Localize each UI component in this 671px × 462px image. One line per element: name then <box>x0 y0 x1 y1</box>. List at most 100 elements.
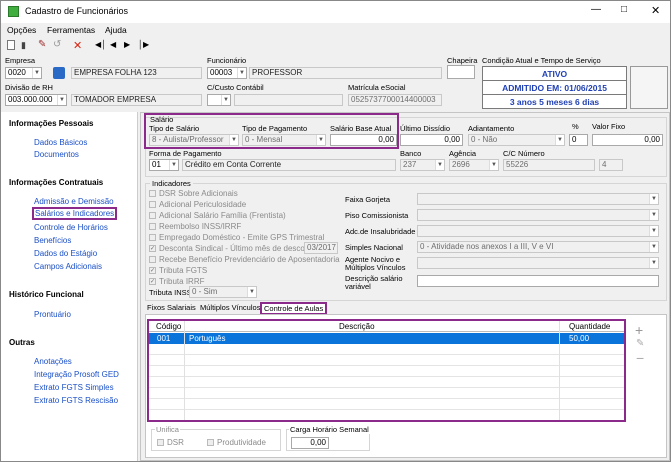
col-codigo-header: Código <box>156 322 182 331</box>
funcionario-code-select[interactable]: 00003 ▼ <box>207 67 247 79</box>
salario-variavel-label: Descrição salário variável <box>345 274 403 291</box>
check-unifica-produtividade[interactable]: Produtividade <box>207 438 266 447</box>
nav-beneficios[interactable]: Benefícios <box>34 236 71 245</box>
next-record-icon[interactable]: ▶ <box>124 40 130 49</box>
piso-comissionista-label: Piso Comissionista <box>345 211 409 220</box>
banco-label: Banco <box>400 149 422 158</box>
chevron-down-icon: ▼ <box>649 210 658 220</box>
simples-nacional-select[interactable]: 0 - Atividade nos anexos I a III, V e VI… <box>417 241 659 253</box>
check-unifica-dsr[interactable]: DSR <box>157 438 184 447</box>
main-window: Cadastro de Funcionários — □ ✕ Opções Fe… <box>0 0 671 462</box>
edit-row-icon[interactable]: ✎ <box>636 338 644 349</box>
faixa-gorjeta-select[interactable]: ▼ <box>417 193 659 205</box>
nav-prontuario[interactable]: Prontuário <box>34 310 71 319</box>
previous-record-icon[interactable]: ◀ <box>110 40 116 49</box>
faixa-gorjeta-label: Faixa Gorjeta <box>345 195 391 204</box>
percentual-input[interactable]: 0 <box>569 134 588 146</box>
tipo-pagamento-select[interactable]: 0 - Mensal ▼ <box>242 134 326 146</box>
section-historico-funcional: Histórico Funcional <box>9 290 84 299</box>
table-row[interactable]: 001 Português 50,00 <box>149 333 624 344</box>
agente-nocivo-select[interactable]: ▼ <box>417 257 659 269</box>
menu-bar: Opções Ferramentas Ajuda <box>1 23 670 37</box>
valor-fixo-input[interactable]: 0,00 <box>592 134 663 146</box>
empresa-lookup-icon[interactable] <box>53 67 65 79</box>
nav-anotacoes[interactable]: Anotações <box>34 357 72 366</box>
nav-dados-basicos[interactable]: Dados Básicos <box>34 138 87 147</box>
menu-ferramentas[interactable]: Ferramentas <box>47 25 95 35</box>
empresa-code-select[interactable]: 0020 ▼ <box>5 67 42 79</box>
divisao-label: Divisão de RH <box>5 83 53 92</box>
check-beneficio-aposentadoria[interactable]: Recebe Benefício Previdenciário de Apose… <box>149 255 340 264</box>
empresa-name-field: EMPRESA FOLHA 123 <box>71 67 202 79</box>
window-title: Cadastro de Funcionários <box>25 6 129 16</box>
photo-box[interactable] <box>630 66 668 109</box>
agencia-select[interactable]: 2696 ▼ <box>449 159 499 171</box>
remove-icon[interactable]: − <box>636 350 644 366</box>
salario-base-input[interactable]: 0,00 <box>330 134 397 146</box>
ccusto-select[interactable]: ▼ <box>207 94 231 106</box>
tab-fixos-salariais[interactable]: Fixos Salariais <box>147 303 196 312</box>
tipo-salario-select[interactable]: 8 - Aulista/Professor ▼ <box>149 134 239 146</box>
new-icon[interactable] <box>7 40 15 50</box>
chevron-down-icon: ▼ <box>32 68 41 78</box>
agencia-label: Agência <box>449 149 477 158</box>
add-icon[interactable]: + <box>635 322 643 338</box>
piso-comissionista-select[interactable]: ▼ <box>417 209 659 221</box>
col-descricao-header: Descrição <box>339 322 375 331</box>
nav-documentos[interactable]: Documentos <box>34 150 79 159</box>
check-empregado-domestico[interactable]: Empregado Doméstico - Emite GPS Trimestr… <box>149 233 324 242</box>
chevron-down-icon: ▼ <box>57 95 66 105</box>
conta-dv-input[interactable]: 4 <box>599 159 623 171</box>
nav-extrato-fgts-rescisao[interactable]: Extrato FGTS Rescisão <box>34 396 118 405</box>
banco-select[interactable]: 237 ▼ <box>400 159 445 171</box>
check-tributa-irrf[interactable]: ✓ Tributa IRRF <box>149 277 205 286</box>
ultimo-dissidio-input[interactable]: 0,00 <box>400 134 463 146</box>
check-desconta-sindical[interactable]: ✓ Desconta Sindical - Último mês de desco… <box>149 244 316 253</box>
divisao-code-select[interactable]: 003.000.000 ▼ <box>5 94 67 106</box>
maximize-button[interactable]: □ <box>621 4 627 15</box>
ccusto-label: C/Custo Contábil <box>207 83 264 92</box>
salario-variavel-input[interactable] <box>417 275 659 287</box>
undo-icon[interactable]: ↺ <box>53 39 61 50</box>
app-icon <box>8 6 19 17</box>
edit-icon[interactable]: ✎ <box>38 39 46 50</box>
unifica-label: Unifica <box>155 425 180 434</box>
sindical-mes-input[interactable]: 03/2017 <box>304 242 338 254</box>
tab-multiplos-vinculos[interactable]: Múltiplos Vínculos <box>200 303 260 312</box>
check-salario-familia[interactable]: Adicional Salário Família (Frentista) <box>149 211 286 220</box>
tributa-inss-select[interactable]: 0 - Sim ▼ <box>189 286 257 298</box>
matricula-field: 0525737700014400003 <box>348 94 442 106</box>
nav-campos-adicionais[interactable]: Campos Adicionais <box>34 262 102 271</box>
nav-admissao-demissao[interactable]: Admissão e Demissão <box>34 197 114 206</box>
nav-extrato-fgts-simples[interactable]: Extrato FGTS Simples <box>34 383 114 392</box>
chevron-down-icon: ▼ <box>649 194 658 204</box>
minimize-button[interactable]: — <box>591 4 601 15</box>
cell-quantidade: 50,00 <box>569 334 590 343</box>
close-button[interactable]: ✕ <box>651 4 660 17</box>
nav-dados-estagio[interactable]: Dados do Estágio <box>34 249 97 258</box>
check-reembolso-inss[interactable]: Reembolso INSS/IRRF <box>149 222 241 231</box>
nav-salarios-indicadores[interactable]: Salários e Indicadores <box>31 207 118 220</box>
check-dsr-adicionais[interactable]: DSR Sobre Adicionais <box>149 189 238 198</box>
save-icon[interactable]: ▮ <box>21 40 26 51</box>
check-tributa-fgts[interactable]: ✓ Tributa FGTS <box>149 266 207 275</box>
tipo-salario-label: Tipo de Salário <box>149 124 200 133</box>
conta-input[interactable]: 55226 <box>503 159 595 171</box>
chevron-down-icon: ▼ <box>649 258 658 268</box>
chapeira-input[interactable] <box>447 65 475 79</box>
menu-ajuda[interactable]: Ajuda <box>105 25 127 35</box>
delete-icon[interactable]: ✕ <box>73 39 82 52</box>
nav-integracao-ged[interactable]: Integração Prosoft GED <box>34 370 119 379</box>
adiantamento-label: Adiantamento <box>468 124 515 133</box>
adiantamento-select[interactable]: 0 - Não ▼ <box>468 134 565 146</box>
last-record-icon[interactable]: │▶ <box>138 40 149 49</box>
table-header: Código Descrição Quantidade <box>149 321 624 332</box>
menu-opcoes[interactable]: Opções <box>7 25 36 35</box>
insalubridade-select[interactable]: ▼ <box>417 225 659 237</box>
carga-input[interactable]: 0,00 <box>291 437 329 449</box>
nav-controle-horarios[interactable]: Controle de Horários <box>34 223 108 232</box>
divisao-name-field: TOMADOR EMPRESA <box>71 94 202 106</box>
forma-pagamento-select[interactable]: 01 ▼ <box>149 159 179 171</box>
check-periculosidade[interactable]: Adicional Periculosidade <box>149 200 246 209</box>
first-record-icon[interactable]: ◀│ <box>95 40 106 49</box>
